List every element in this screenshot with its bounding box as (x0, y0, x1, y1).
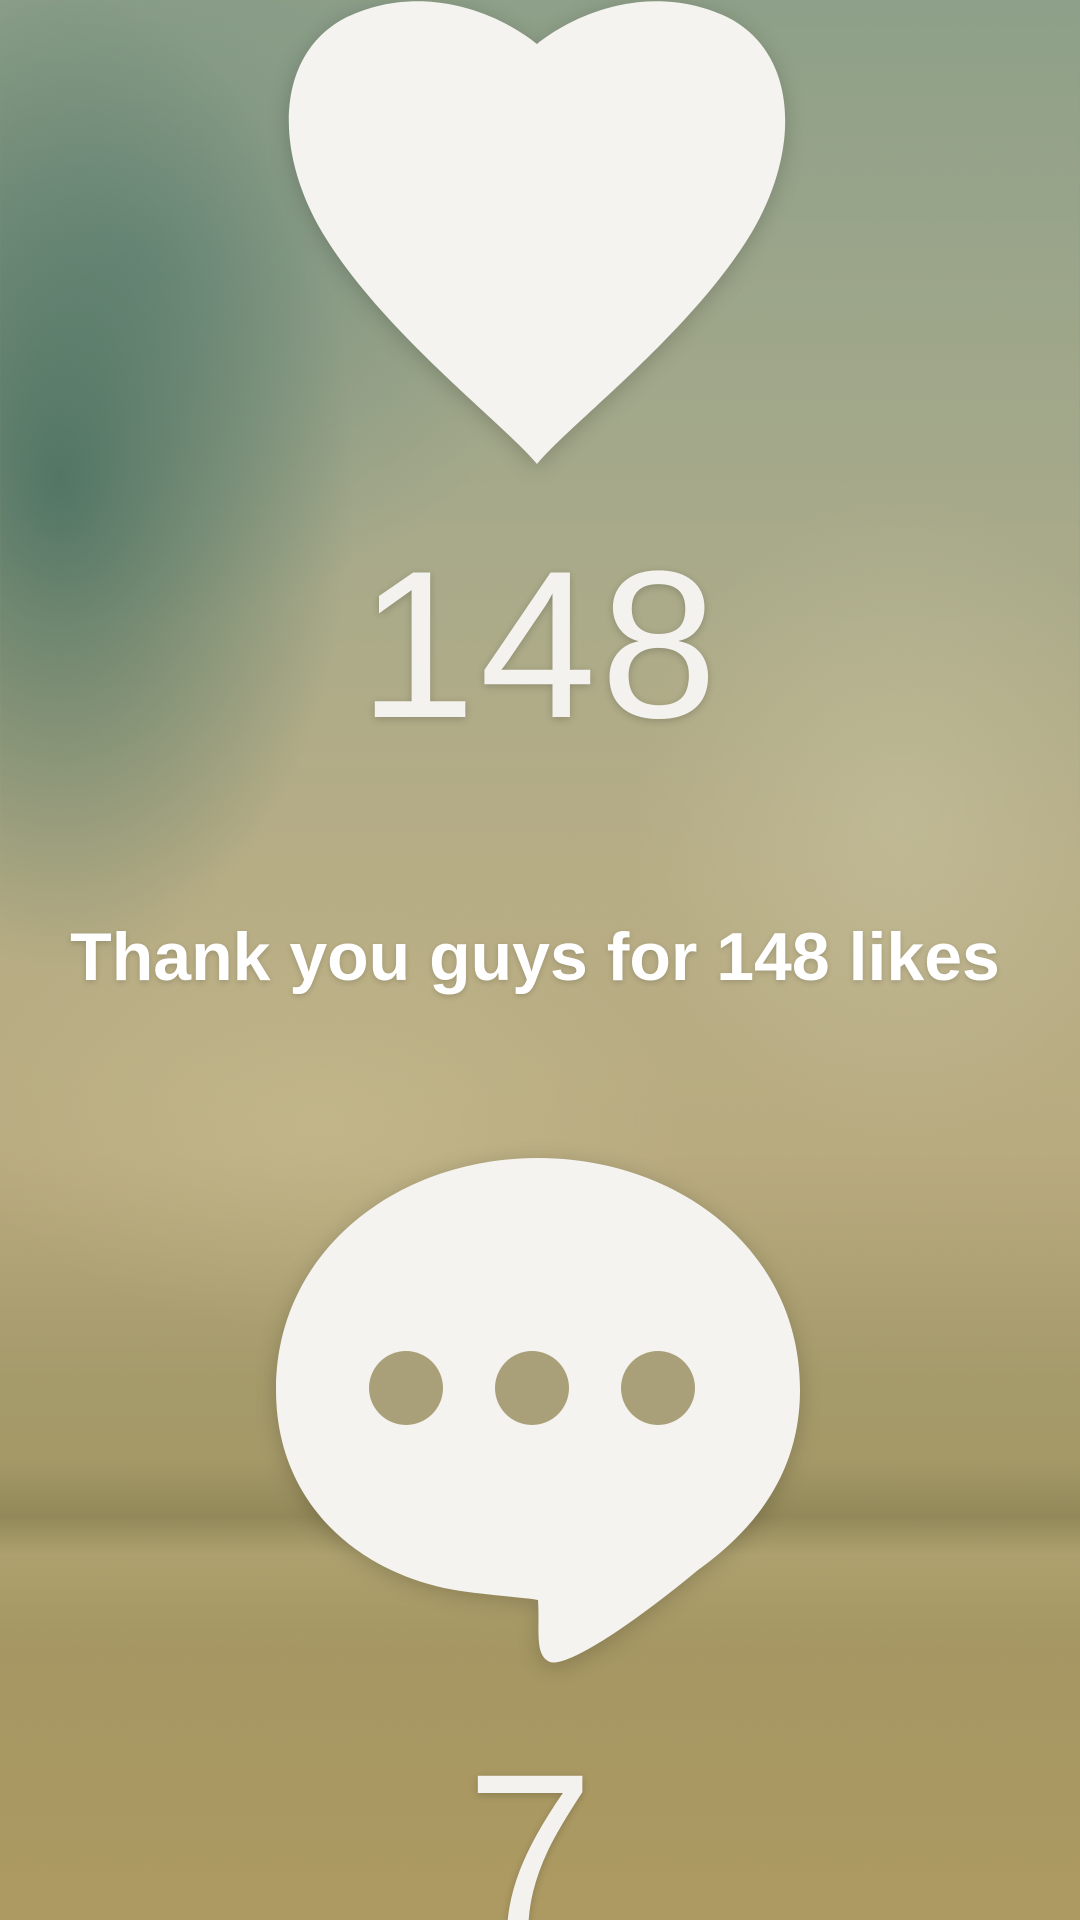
video-overlay-screen: { "actions": { "like": { "icon": "heart-… (0, 0, 1080, 1920)
comment-button[interactable] (268, 1150, 808, 1670)
caption-text: Thank you guys for 148 likes (70, 919, 1000, 995)
like-button[interactable] (262, 0, 812, 482)
heart-icon (288, 1, 786, 464)
dot-icon (495, 1351, 569, 1425)
comment-bubble-icon (276, 1158, 800, 1663)
dot-icon (621, 1351, 695, 1425)
like-count: 148 (358, 527, 722, 762)
dot-icon (369, 1351, 443, 1425)
comment-count: 7 (466, 1726, 594, 1920)
